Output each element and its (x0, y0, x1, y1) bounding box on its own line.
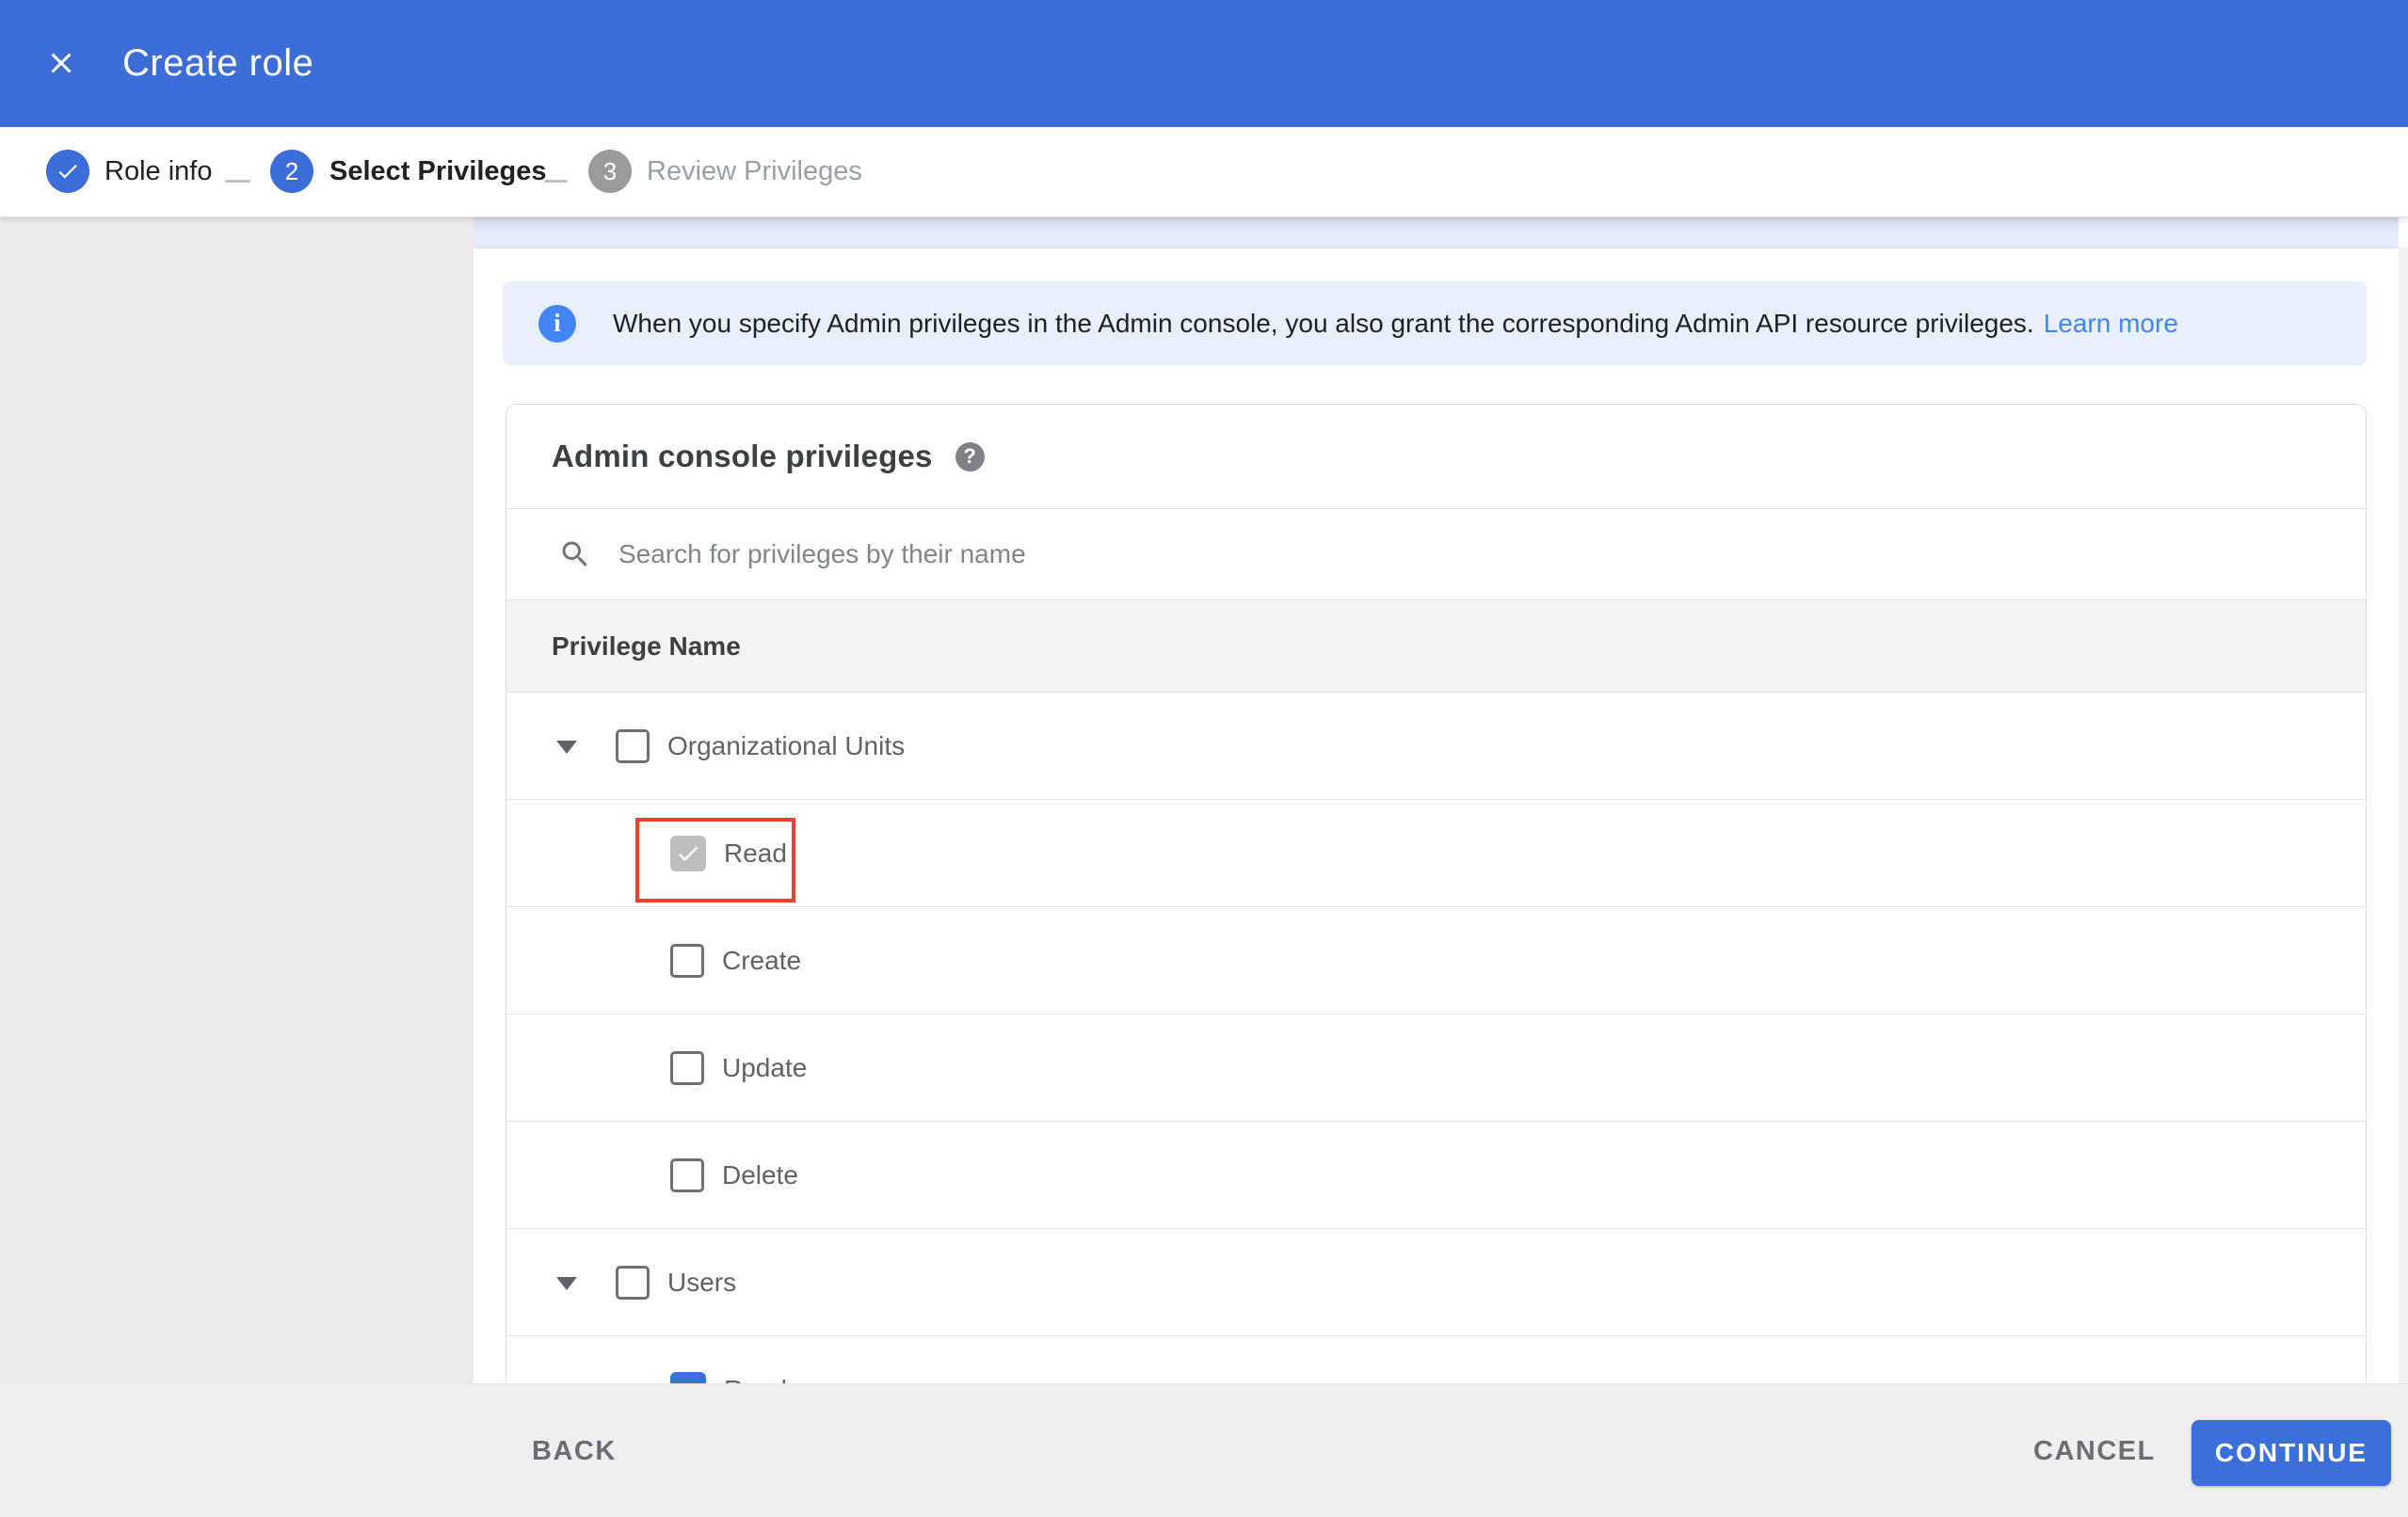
privilege-row-organizational-units: Organizational Units (506, 693, 2366, 800)
privileges-panel: Admin console privileges ? Privilege Nam… (506, 404, 2367, 1383)
step-1-circle[interactable] (46, 150, 89, 193)
column-header-label: Privilege Name (552, 631, 741, 661)
content-area: i When you specify Admin privileges in t… (474, 216, 2408, 1383)
back-button[interactable]: BACK (519, 1384, 630, 1517)
check-icon (695, 1382, 698, 1383)
collapse-arrow-icon[interactable] (556, 1276, 577, 1290)
collapse-arrow-icon[interactable] (556, 740, 577, 754)
checkbox-organizational-units[interactable] (616, 728, 650, 763)
stepper: Role info 2 Select Privileges 3 Review P… (0, 127, 2408, 217)
create-role-dialog: Create role Role info 2 Select Privilege… (0, 0, 2408, 1517)
panel-title: Admin console privileges (552, 439, 933, 473)
app-bar: Create role (0, 0, 2408, 127)
privilege-label: Read (724, 1375, 787, 1384)
scrolled-banner-edge (474, 217, 2399, 248)
check-icon (58, 165, 77, 179)
info-banner-text: When you specify Admin privileges in the… (613, 308, 2034, 338)
privilege-row-read: Read (506, 1336, 2366, 1383)
checkbox-create[interactable] (670, 943, 704, 978)
step-2-circle[interactable]: 2 (270, 150, 313, 193)
privilege-label: Update (722, 1052, 808, 1082)
privilege-label: Users (667, 1267, 737, 1297)
info-banner: i When you specify Admin privileges in t… (503, 281, 2367, 365)
step-connector (544, 180, 568, 183)
step-connector (225, 180, 250, 183)
privilege-label: Create (722, 945, 802, 975)
footer-bar: BACK CANCEL CONTINUE (0, 1383, 2408, 1517)
step-3-circle[interactable]: 3 (588, 150, 632, 193)
checked-checkbox-read[interactable] (670, 835, 706, 871)
step-1-label[interactable]: Role info (104, 127, 212, 216)
checkbox-delete[interactable] (670, 1158, 704, 1192)
cancel-button[interactable]: CANCEL (2020, 1384, 2169, 1517)
close-icon (51, 53, 72, 73)
scrollbar-track[interactable] (2399, 248, 2408, 1383)
privilege-row-create: Create (506, 907, 2366, 1014)
left-gutter (0, 216, 474, 1383)
info-icon: i (538, 304, 576, 343)
privilege-label: Organizational Units (667, 730, 906, 760)
privilege-row-update: Update (506, 1014, 2366, 1122)
checkbox-users[interactable] (616, 1265, 650, 1300)
privilege-row-delete: Delete (506, 1122, 2366, 1229)
help-icon[interactable]: ? (955, 441, 985, 471)
close-button[interactable] (41, 43, 81, 83)
privilege-row-users: Users (506, 1229, 2366, 1336)
step-3-label[interactable]: Review Privileges (647, 127, 862, 216)
search-row (506, 509, 2366, 600)
privilege-label: Read (724, 838, 787, 868)
panel-header: Admin console privileges ? (506, 405, 2366, 509)
search-icon (562, 541, 587, 567)
continue-button[interactable]: CONTINUE (2191, 1420, 2391, 1486)
checked-checkbox-read[interactable] (670, 1371, 706, 1383)
search-input[interactable] (617, 538, 2366, 570)
dialog-title: Create role (122, 42, 314, 84)
step-2-label[interactable]: Select Privileges (329, 127, 547, 216)
privilege-row-read: Read (506, 800, 2366, 907)
privilege-label: Delete (722, 1159, 798, 1190)
check-icon (678, 846, 698, 861)
privilege-rows: Organizational Units Read Create Update Dele… (506, 693, 2366, 1383)
learn-more-link[interactable]: Learn more (2044, 309, 2178, 339)
column-header-row: Privilege Name (506, 600, 2366, 693)
checkbox-update[interactable] (670, 1050, 704, 1085)
